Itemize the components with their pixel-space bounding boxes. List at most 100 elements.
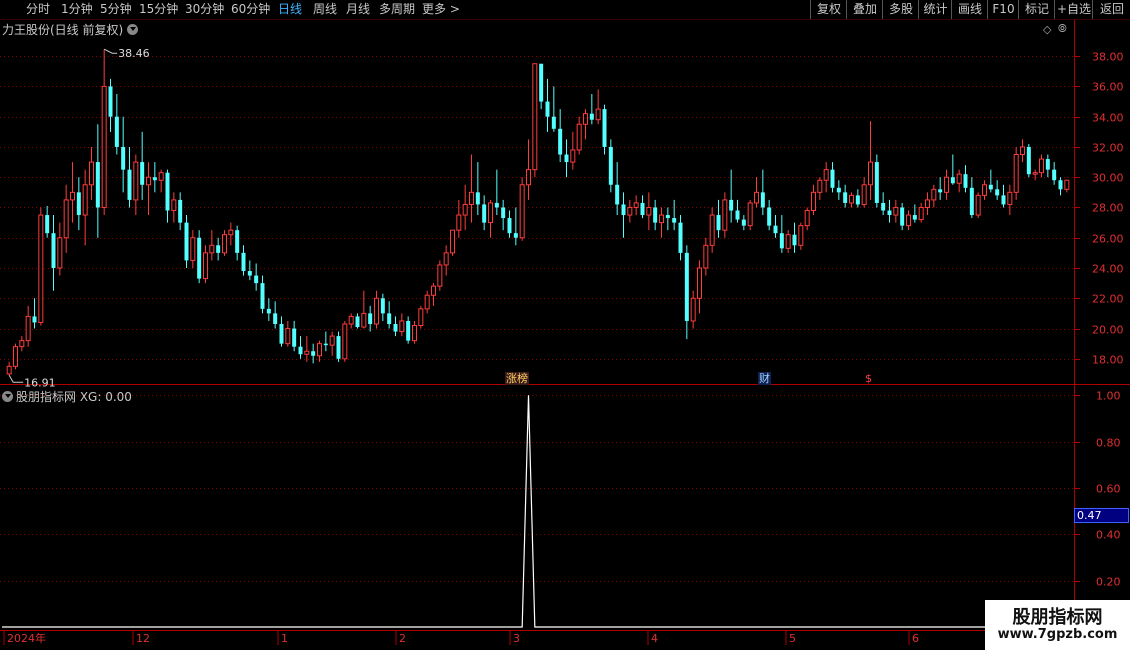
low-pointer	[8, 375, 24, 383]
candle-body	[399, 320, 405, 333]
chevron-down-icon[interactable]	[2, 391, 13, 402]
candle-body	[602, 109, 607, 147]
main-y-tick-label: 34.00	[1092, 112, 1124, 125]
candle-body	[779, 233, 784, 249]
candle-body	[380, 298, 385, 314]
candle-body	[823, 169, 829, 181]
candle-body	[1039, 158, 1044, 174]
candle-body	[424, 294, 430, 310]
candle-body	[558, 128, 563, 155]
candle-body	[722, 199, 728, 231]
candle-body	[89, 161, 94, 186]
candle-body	[754, 191, 759, 204]
candle-body	[627, 206, 633, 216]
main-y-tick-label: 20.00	[1092, 324, 1124, 337]
candle-body	[406, 320, 411, 341]
candle-body	[1064, 179, 1070, 190]
candle-body	[507, 218, 512, 234]
candle-body	[456, 214, 462, 231]
sub-y-tick-label: 0.80	[1096, 437, 1121, 450]
date-label: 3	[513, 632, 520, 645]
candle-body	[887, 210, 892, 216]
candle-body	[767, 207, 772, 226]
candle-body	[329, 335, 335, 346]
candle-body	[482, 204, 487, 223]
main-y-tick-label: 32.00	[1092, 142, 1124, 155]
candle-body	[1001, 195, 1006, 205]
candle-body	[963, 174, 968, 188]
candle-body	[1020, 146, 1025, 156]
candle-body	[95, 162, 100, 208]
candle-body	[570, 149, 576, 163]
date-label: 4	[651, 632, 658, 645]
sub-y-tick-label: 0.60	[1096, 483, 1121, 496]
candle-body	[443, 252, 449, 266]
candle-body	[146, 176, 151, 186]
candle-body	[298, 346, 303, 355]
date-label: 12	[136, 632, 150, 645]
candle-body	[843, 192, 848, 203]
candle-body	[190, 237, 196, 261]
candle-body	[925, 199, 930, 208]
candle-body	[900, 207, 905, 226]
candle-body	[216, 245, 221, 253]
candle-body	[63, 199, 69, 239]
candle-body	[608, 146, 613, 185]
candle-body	[348, 315, 354, 325]
candle-body	[165, 172, 170, 211]
candle-body	[615, 184, 620, 205]
candle-body	[82, 184, 88, 216]
date-label: 2	[399, 632, 406, 645]
candle-body	[222, 234, 227, 254]
candle-body	[640, 202, 645, 216]
finance-marker[interactable]: 财	[758, 372, 771, 385]
candle-body	[1032, 172, 1038, 175]
candle-body	[545, 101, 550, 117]
candle-body	[152, 177, 157, 181]
zhangbang-marker[interactable]: 涨榜	[505, 372, 529, 385]
candle-body	[228, 229, 234, 236]
candle-body	[836, 187, 841, 193]
candle-body	[336, 336, 341, 359]
candle-body	[70, 191, 75, 201]
candle-body	[792, 234, 797, 246]
main-y-tick-label: 18.00	[1092, 354, 1124, 367]
candle-body	[121, 146, 126, 170]
candle-body	[494, 202, 499, 208]
candle-body	[817, 179, 823, 193]
candle-body	[918, 206, 924, 221]
candle-body	[355, 316, 360, 328]
candle-body	[127, 169, 132, 200]
candle-body	[184, 222, 189, 261]
candle-body	[646, 206, 652, 216]
indicator-title: 股朋指标网 XG: 0.00	[2, 388, 132, 405]
main-y-tick-label: 36.00	[1092, 81, 1124, 94]
candle-body	[241, 252, 246, 272]
candle-body	[292, 328, 297, 347]
candle-body	[804, 210, 810, 227]
candle-body	[519, 184, 525, 239]
candle-body	[595, 108, 601, 121]
candle-body	[672, 218, 677, 223]
candle-body	[653, 207, 658, 223]
candle-body	[621, 204, 626, 216]
main-y-tick-label: 30.00	[1092, 172, 1124, 185]
candle-body	[1058, 180, 1063, 190]
candle-body	[982, 184, 987, 196]
candle-body	[32, 316, 37, 323]
dividend-marker[interactable]: $	[864, 372, 873, 385]
candle-body	[488, 202, 493, 224]
candle-body	[589, 113, 594, 120]
candle-body	[773, 225, 778, 234]
candle-body	[1026, 146, 1031, 175]
candle-body	[51, 233, 56, 268]
candle-body	[368, 313, 373, 324]
xg-line	[2, 395, 985, 628]
candle-body	[462, 203, 468, 216]
candle-body	[133, 161, 139, 201]
candle-body	[317, 343, 322, 357]
candle-body	[729, 199, 734, 211]
candle-body	[304, 350, 310, 355]
candle-body	[393, 323, 398, 332]
candle-body	[254, 275, 259, 284]
